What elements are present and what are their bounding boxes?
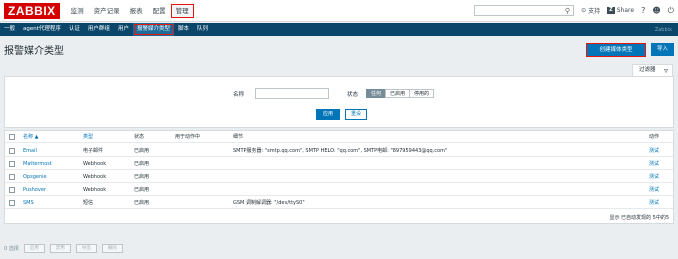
- table-row: Email 电子邮件 已启用 SMTP服务器: "smtp.qq.com", S…: [5, 145, 673, 157]
- nav-inventory[interactable]: 资产记录: [89, 4, 125, 18]
- export-button[interactable]: 导出: [75, 244, 97, 253]
- media-type-name-link[interactable]: Opsgenie: [23, 171, 47, 183]
- test-link[interactable]: 测试: [649, 184, 659, 196]
- mass-actions: 0 选择 启用 禁用 导出 删除: [4, 244, 123, 253]
- col-status-header: 状态: [134, 134, 145, 140]
- apply-button[interactable]: 应用: [316, 109, 340, 120]
- status-option-enabled[interactable]: 已启用: [385, 89, 411, 98]
- col-used-header: 用于动作中: [175, 134, 201, 140]
- import-button[interactable]: 导入: [651, 43, 674, 56]
- disable-button[interactable]: 禁用: [49, 244, 71, 253]
- col-name-header[interactable]: 名称 ▲: [23, 131, 38, 143]
- media-type-name-link[interactable]: Email: [23, 145, 37, 157]
- media-type-type: Webhook: [83, 161, 107, 167]
- row-checkbox[interactable]: [9, 187, 15, 193]
- subnav-user-groups[interactable]: 用户群组: [84, 23, 114, 36]
- filter-name-input[interactable]: [255, 88, 329, 99]
- row-checkbox[interactable]: [9, 174, 15, 180]
- test-link[interactable]: 测试: [649, 145, 659, 157]
- nav-reports[interactable]: 报表: [125, 4, 148, 18]
- test-link[interactable]: 测试: [649, 171, 659, 183]
- table-row: SMS 短信 已启用 GSM 调制解调器: "/dev/ttyS0" 测试: [5, 197, 673, 209]
- filter-panel: 名称 状态 任何 已启用 停用的 应用 重设: [4, 76, 674, 128]
- col-details-header: 细节: [233, 134, 244, 140]
- support-label: 支持: [588, 8, 601, 15]
- media-type-status[interactable]: 已启用: [134, 145, 149, 157]
- filter-tab-label: 过滤器: [639, 67, 656, 73]
- media-types-table: 名称 ▲ 类型 状态 用于动作中 细节 动作 Email 电子邮件 已启用 SM…: [4, 130, 674, 224]
- media-type-type: 电子邮件: [83, 148, 104, 154]
- row-checkbox[interactable]: [9, 161, 15, 167]
- table-row: Opsgenie Webhook 已启用 测试: [5, 171, 673, 183]
- media-type-name-link[interactable]: Mattermost: [23, 158, 52, 170]
- filter-name-label: 名称: [233, 92, 245, 98]
- header-tools: ⚲ ⊙ 支持 Z Share ? ☻ ⏻: [474, 5, 674, 16]
- media-type-type: Webhook: [83, 187, 107, 193]
- table-row: Pushover Webhook 已启用 测试: [5, 184, 673, 196]
- media-type-type: 短信: [83, 200, 94, 206]
- help-icon[interactable]: ?: [641, 6, 645, 15]
- test-link[interactable]: 测试: [649, 158, 659, 170]
- delete-button[interactable]: 删除: [101, 244, 123, 253]
- col-action-header: 动作: [649, 134, 660, 140]
- nav-configuration[interactable]: 配置: [148, 4, 171, 18]
- media-type-status[interactable]: 已启用: [134, 184, 149, 196]
- support-icon: ⊙: [581, 7, 587, 14]
- filter-tab[interactable]: 过滤器 ▿: [632, 64, 673, 76]
- test-link[interactable]: 测试: [649, 197, 659, 209]
- media-type-details: SMTP服务器: "smtp.qq.com", SMTP HELO: "qq.c…: [233, 148, 448, 154]
- media-type-status[interactable]: 已启用: [134, 158, 149, 170]
- media-type-name-link[interactable]: SMS: [23, 197, 34, 209]
- server-name: Zabbix: [654, 26, 672, 33]
- subnav-proxies[interactable]: agent代理程序: [19, 23, 65, 36]
- enable-button[interactable]: 启用: [23, 244, 45, 253]
- share-link[interactable]: Z Share: [607, 7, 634, 14]
- select-all-checkbox[interactable]: [9, 134, 15, 140]
- top-header: ZABBIX 监测 资产记录 报表 配置 管理 ⚲ ⊙ 支持 Z Share ?…: [0, 0, 678, 22]
- subnav-scripts[interactable]: 脚本: [174, 23, 193, 36]
- nav-monitoring[interactable]: 监测: [66, 4, 89, 18]
- table-footer-info: 显示 已自动发现的 5中的5: [609, 215, 669, 221]
- sub-nav: 一般 agent代理程序 认证 用户群组 用户 报警媒介类型 脚本 队列 Zab…: [0, 23, 678, 36]
- subnav-queue[interactable]: 队列: [193, 23, 212, 36]
- media-type-details: GSM 调制解调器: "/dev/ttyS0": [233, 200, 305, 206]
- media-type-status[interactable]: 已启用: [134, 171, 149, 183]
- status-option-any[interactable]: 任何: [366, 89, 387, 98]
- reset-button[interactable]: 重设: [345, 109, 367, 120]
- user-icon[interactable]: ☻: [652, 6, 660, 15]
- zabbix-logo[interactable]: ZABBIX: [4, 2, 60, 19]
- subnav-users[interactable]: 用户: [114, 23, 133, 36]
- row-checkbox[interactable]: [9, 200, 15, 206]
- share-label: Share: [616, 7, 635, 14]
- media-type-name-link[interactable]: Pushover: [23, 184, 46, 196]
- search-icon[interactable]: ⚲: [565, 7, 570, 15]
- media-type-type: Webhook: [83, 174, 107, 180]
- status-option-disabled[interactable]: 停用的: [409, 89, 435, 98]
- status-radio-group: 任何 已启用 停用的: [366, 89, 435, 98]
- nav-administration[interactable]: 管理: [170, 3, 194, 18]
- selected-count: 0 选择: [4, 246, 19, 252]
- col-type-header[interactable]: 类型: [83, 131, 93, 143]
- filter-icon: ▿: [663, 66, 668, 75]
- support-link[interactable]: ⊙ 支持: [581, 6, 600, 15]
- filter-status-label: 状态: [347, 92, 359, 98]
- power-icon[interactable]: ⏻: [668, 6, 674, 16]
- page-title: 报警媒介类型: [4, 46, 64, 57]
- share-icon: Z: [607, 7, 615, 14]
- main-nav: 监测 资产记录 报表 配置 管理: [66, 3, 194, 18]
- subnav-media-types[interactable]: 报警媒介类型: [132, 23, 174, 36]
- subnav-authentication[interactable]: 认证: [65, 23, 84, 36]
- table-row: Mattermost Webhook 已启用 测试: [5, 158, 673, 170]
- subnav-general[interactable]: 一般: [0, 23, 19, 36]
- row-checkbox[interactable]: [9, 148, 15, 154]
- table-header: 名称 ▲ 类型 状态 用于动作中 细节 动作: [5, 131, 673, 143]
- create-media-type-button[interactable]: 创建媒体类型: [586, 43, 646, 57]
- media-type-status[interactable]: 已启用: [134, 197, 149, 209]
- global-search-input[interactable]: ⚲: [474, 5, 575, 16]
